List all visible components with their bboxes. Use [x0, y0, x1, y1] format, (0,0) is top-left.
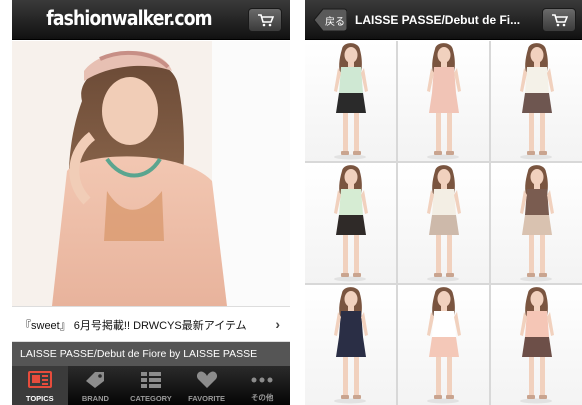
model-photo: [12, 41, 290, 306]
tab-label: FAVORITE: [188, 394, 226, 403]
shopping-cart-icon: [258, 14, 274, 27]
model-figure: [520, 43, 554, 160]
topics-icon: [27, 371, 52, 388]
model-figure: [520, 165, 554, 282]
model-figure: [334, 165, 368, 282]
tag-icon: [86, 372, 105, 388]
tab-topics[interactable]: TOPICS: [12, 366, 68, 405]
model-figure: [427, 287, 461, 404]
cart-button[interactable]: [542, 8, 576, 32]
tab-label: その他: [250, 393, 274, 402]
brand-logo[interactable]: fashionwalker.com: [28, 6, 229, 30]
back-button[interactable]: 戻る: [313, 8, 347, 32]
home-screen: fashionwalker.com 『sweet』 6月号掲載!! DRWCYS…: [12, 0, 290, 405]
banner-caption: LAISSE PASSE/Debut de Fiore by LAISSE PA…: [12, 342, 290, 366]
chevron-right-icon: ›: [275, 316, 280, 332]
model-figure: [427, 43, 461, 160]
model-figure: [334, 287, 368, 404]
product-thumbnail[interactable]: [305, 41, 396, 161]
product-list-screen: 戻る LAISSE PASSE/Debut de Fi...: [305, 0, 582, 405]
topic-link[interactable]: 『sweet』 6月号掲載!! DRWCYS最新アイテム ›: [12, 306, 290, 342]
topic-text: 『sweet』 6月号掲載!! DRWCYS最新アイテム: [20, 320, 247, 332]
product-thumbnail[interactable]: [491, 41, 582, 161]
hero-banner-image[interactable]: [12, 41, 290, 306]
cart-button[interactable]: [248, 8, 282, 32]
model-figure: [334, 43, 368, 160]
page-title: LAISSE PASSE/Debut de Fi...: [355, 13, 521, 27]
tab-category[interactable]: CATEGORY: [123, 366, 179, 405]
header-bar: fashionwalker.com: [12, 0, 290, 40]
product-thumbnail[interactable]: [398, 163, 489, 283]
tab-label: CATEGORY: [130, 394, 172, 403]
tab-more[interactable]: その他: [234, 366, 290, 405]
tab-label: TOPICS: [25, 394, 54, 403]
product-thumbnail[interactable]: [305, 163, 396, 283]
heart-icon: [196, 371, 217, 388]
header-bar: 戻る LAISSE PASSE/Debut de Fi...: [305, 0, 582, 40]
back-label: 戻る: [325, 17, 345, 28]
tab-favorite[interactable]: FAVORITE: [179, 366, 235, 405]
more-icon: [251, 377, 273, 383]
tab-label: BRAND: [81, 394, 109, 403]
product-thumbnail[interactable]: [305, 285, 396, 405]
product-thumbnail[interactable]: [491, 163, 582, 283]
model-figure: [520, 287, 554, 404]
tab-brand[interactable]: BRAND: [68, 366, 124, 405]
shopping-cart-icon: [552, 14, 568, 27]
product-thumbnail[interactable]: [398, 41, 489, 161]
product-grid: [305, 41, 582, 405]
caption-text: LAISSE PASSE/Debut de Fiore by LAISSE PA…: [20, 348, 258, 360]
category-icon: [140, 372, 161, 388]
model-figure: [427, 165, 461, 282]
tab-bar: TOPICS BRAND CATEGORY FAVORITE その他: [12, 366, 290, 405]
product-thumbnail[interactable]: [398, 285, 489, 405]
product-thumbnail[interactable]: [491, 285, 582, 405]
